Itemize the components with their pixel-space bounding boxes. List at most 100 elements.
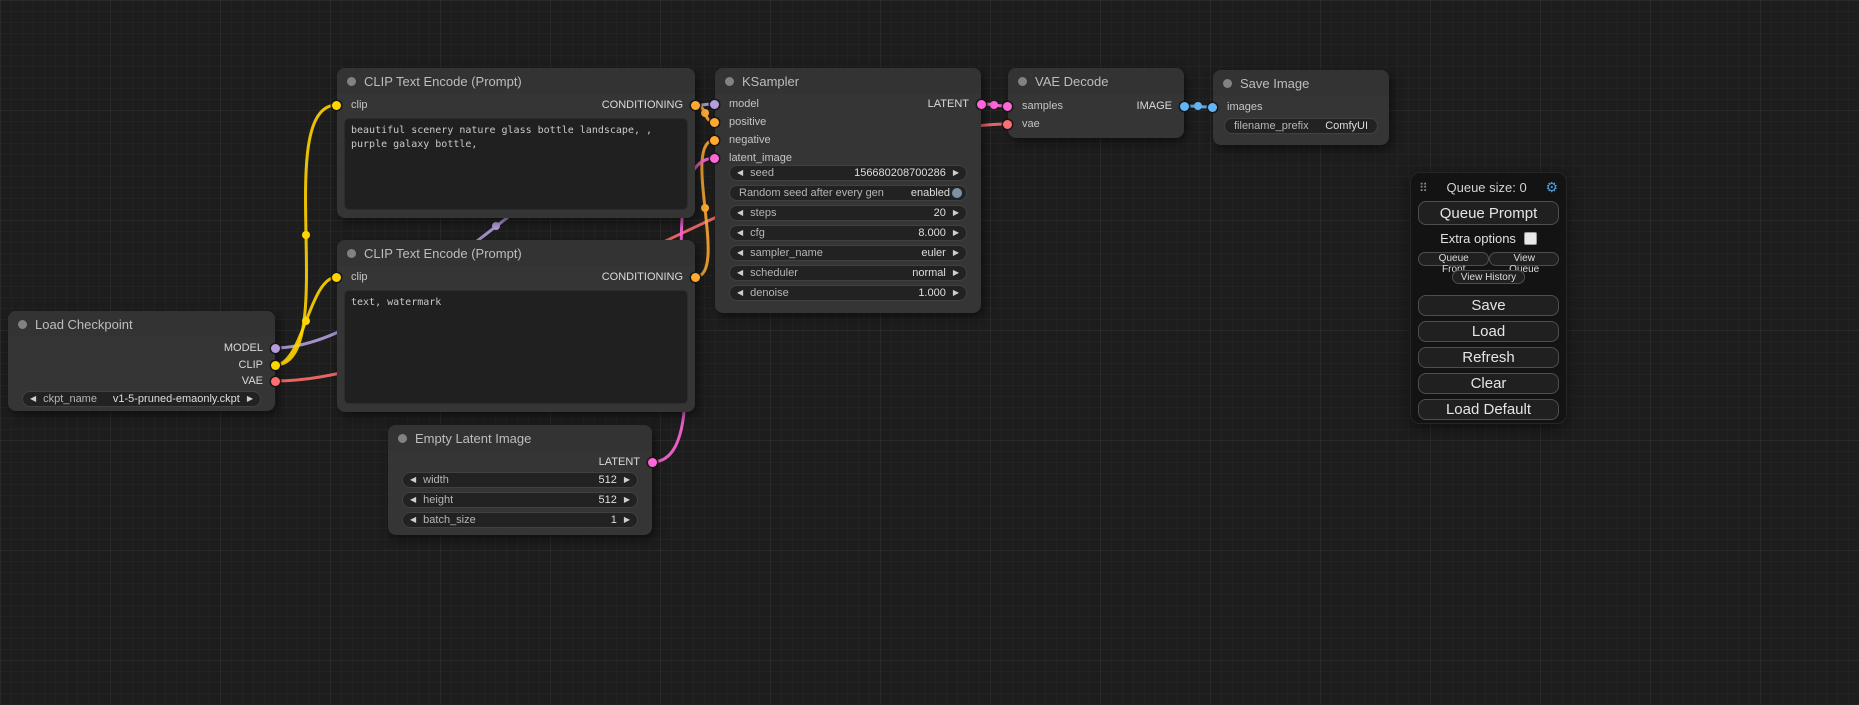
- link-dot-model[interactable]: [492, 222, 500, 230]
- node-title-bar[interactable]: Empty Latent Image: [388, 425, 652, 451]
- node-title-bar[interactable]: CLIP Text Encode (Prompt): [337, 68, 695, 94]
- collapse-dot-icon[interactable]: [398, 434, 407, 443]
- refresh-button[interactable]: Refresh: [1418, 347, 1559, 368]
- widget-label: height: [423, 494, 453, 506]
- decrement-arrow-icon[interactable]: ◀: [737, 165, 743, 181]
- decrement-arrow-icon[interactable]: ◀: [410, 492, 416, 508]
- input-dot-clip[interactable]: [332, 273, 341, 282]
- widget-steps[interactable]: ◀ steps 20 ▶: [729, 205, 967, 221]
- input-dot-samples[interactable]: [1003, 102, 1012, 111]
- increment-arrow-icon[interactable]: ▶: [624, 492, 630, 508]
- decrement-arrow-icon[interactable]: ◀: [737, 205, 743, 221]
- increment-arrow-icon[interactable]: ▶: [953, 245, 959, 261]
- node-clip-text-encode-positive[interactable]: CLIP Text Encode (Prompt) clip CONDITION…: [337, 68, 695, 218]
- widget-value: 20: [934, 207, 946, 219]
- input-dot-vae[interactable]: [1003, 120, 1012, 129]
- prompt-textarea[interactable]: text, watermark: [344, 290, 688, 404]
- link-dot-latent-decode[interactable]: [990, 101, 998, 109]
- node-title-bar[interactable]: KSampler: [715, 68, 981, 94]
- widget-sampler-name[interactable]: ◀ sampler_name euler ▶: [729, 245, 967, 261]
- load-button[interactable]: Load: [1418, 321, 1559, 342]
- widget-value: 512: [598, 494, 616, 506]
- decrement-arrow-icon[interactable]: ◀: [737, 285, 743, 301]
- widget-denoise[interactable]: ◀ denoise 1.000 ▶: [729, 285, 967, 301]
- increment-arrow-icon[interactable]: ▶: [624, 472, 630, 488]
- node-title-bar[interactable]: CLIP Text Encode (Prompt): [337, 240, 695, 266]
- decrement-arrow-icon[interactable]: ◀: [30, 391, 36, 407]
- widget-random-seed-toggle[interactable]: Random seed after every gen enabled: [729, 185, 967, 201]
- widget-seed[interactable]: ◀ seed 156680208700286 ▶: [729, 165, 967, 181]
- increment-arrow-icon[interactable]: ▶: [953, 205, 959, 221]
- increment-arrow-icon[interactable]: ▶: [953, 265, 959, 281]
- increment-arrow-icon[interactable]: ▶: [247, 391, 253, 407]
- node-title-bar[interactable]: VAE Decode: [1008, 68, 1184, 94]
- output-dot-conditioning[interactable]: [691, 273, 700, 282]
- node-ksampler[interactable]: KSampler model positive negative latent_…: [715, 68, 981, 313]
- graph-canvas[interactable]: Load Checkpoint MODEL CLIP VAE ◀ ckpt_na…: [0, 0, 1859, 705]
- decrement-arrow-icon[interactable]: ◀: [737, 225, 743, 241]
- increment-arrow-icon[interactable]: ▶: [953, 225, 959, 241]
- node-title-bar[interactable]: Load Checkpoint: [8, 311, 275, 337]
- input-dot-negative[interactable]: [710, 136, 719, 145]
- collapse-dot-icon[interactable]: [18, 320, 27, 329]
- link-dot-clip-negative[interactable]: [302, 317, 310, 325]
- prompt-textarea[interactable]: beautiful scenery nature glass bottle la…: [344, 118, 688, 210]
- input-dot-clip[interactable]: [332, 101, 341, 110]
- node-title-bar[interactable]: Save Image: [1213, 70, 1389, 96]
- node-clip-text-encode-negative[interactable]: CLIP Text Encode (Prompt) clip CONDITION…: [337, 240, 695, 412]
- widget-ckpt-name[interactable]: ◀ ckpt_name v1-5-pruned-emaonly.ckpt ▶: [22, 391, 261, 407]
- view-queue-button[interactable]: View Queue: [1489, 252, 1559, 266]
- node-empty-latent-image[interactable]: Empty Latent Image LATENT ◀ width 512 ▶ …: [388, 425, 652, 535]
- settings-gear-icon[interactable]: ⚙: [1545, 179, 1558, 196]
- collapse-dot-icon[interactable]: [725, 77, 734, 86]
- decrement-arrow-icon[interactable]: ◀: [410, 472, 416, 488]
- collapse-dot-icon[interactable]: [347, 77, 356, 86]
- link-dot-clip-positive[interactable]: [302, 231, 310, 239]
- input-label-clip: clip: [351, 270, 368, 284]
- node-save-image[interactable]: Save Image images filename_prefix ComfyU…: [1213, 70, 1389, 145]
- view-history-button[interactable]: View History: [1452, 270, 1525, 284]
- widget-filename-prefix[interactable]: filename_prefix ComfyUI: [1224, 118, 1378, 134]
- widget-width[interactable]: ◀ width 512 ▶: [402, 472, 638, 488]
- input-dot-positive[interactable]: [710, 118, 719, 127]
- decrement-arrow-icon[interactable]: ◀: [410, 512, 416, 528]
- queue-prompt-button[interactable]: Queue Prompt: [1418, 201, 1559, 225]
- output-label-latent: LATENT: [928, 97, 969, 111]
- output-dot-clip[interactable]: [271, 361, 280, 370]
- widget-label: denoise: [750, 287, 789, 299]
- clear-button[interactable]: Clear: [1418, 373, 1559, 394]
- extra-options-checkbox[interactable]: [1524, 232, 1537, 245]
- node-load-checkpoint[interactable]: Load Checkpoint MODEL CLIP VAE ◀ ckpt_na…: [8, 311, 275, 411]
- decrement-arrow-icon[interactable]: ◀: [737, 245, 743, 261]
- input-dot-model[interactable]: [710, 100, 719, 109]
- output-dot-latent[interactable]: [977, 100, 986, 109]
- output-label-model: MODEL: [224, 341, 263, 355]
- widget-batch-size[interactable]: ◀ batch_size 1 ▶: [402, 512, 638, 528]
- toggle-knob-icon[interactable]: [952, 188, 962, 198]
- input-dot-images[interactable]: [1208, 103, 1217, 112]
- widget-height[interactable]: ◀ height 512 ▶: [402, 492, 638, 508]
- collapse-dot-icon[interactable]: [1223, 79, 1232, 88]
- collapse-dot-icon[interactable]: [1018, 77, 1027, 86]
- widget-cfg[interactable]: ◀ cfg 8.000 ▶: [729, 225, 967, 241]
- input-dot-latent-image[interactable]: [710, 154, 719, 163]
- drag-handle-icon[interactable]: ⠿: [1419, 181, 1428, 195]
- link-dot-cond-negative[interactable]: [701, 204, 709, 212]
- increment-arrow-icon[interactable]: ▶: [624, 512, 630, 528]
- load-default-button[interactable]: Load Default: [1418, 399, 1559, 420]
- output-dot-vae[interactable]: [271, 377, 280, 386]
- decrement-arrow-icon[interactable]: ◀: [737, 265, 743, 281]
- node-vae-decode[interactable]: VAE Decode samples vae IMAGE: [1008, 68, 1184, 138]
- output-dot-image[interactable]: [1180, 102, 1189, 111]
- link-dot-image-save[interactable]: [1194, 102, 1202, 110]
- output-dot-latent[interactable]: [648, 458, 657, 467]
- queue-front-button[interactable]: Queue Front: [1418, 252, 1489, 266]
- widget-scheduler[interactable]: ◀ scheduler normal ▶: [729, 265, 967, 281]
- output-dot-conditioning[interactable]: [691, 101, 700, 110]
- save-button[interactable]: Save: [1418, 295, 1559, 316]
- increment-arrow-icon[interactable]: ▶: [953, 285, 959, 301]
- output-dot-model[interactable]: [271, 344, 280, 353]
- increment-arrow-icon[interactable]: ▶: [953, 165, 959, 181]
- link-dot-cond-positive[interactable]: [701, 109, 709, 117]
- collapse-dot-icon[interactable]: [347, 249, 356, 258]
